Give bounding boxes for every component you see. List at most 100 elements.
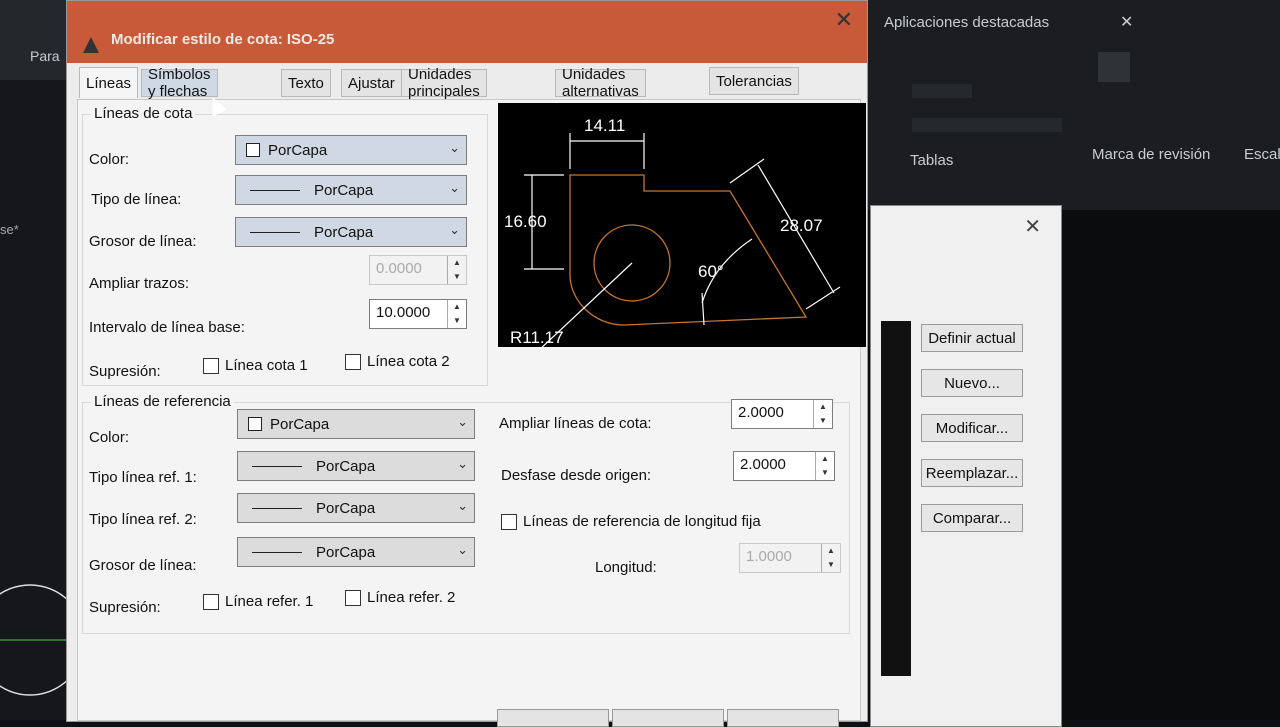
set-current-button[interactable]: Definir actual: [921, 324, 1023, 352]
ribbon-revision-label[interactable]: Marca de revisión: [1092, 146, 1210, 163]
tab-tolerances[interactable]: Tolerancias: [709, 67, 799, 95]
autocad-ribbon: Aplicaciones destacadas ✕ Tablas Marca d…: [860, 0, 1280, 210]
spin-down-icon[interactable]: ▼: [814, 414, 832, 428]
checkbox[interactable]: [501, 513, 517, 530]
suppress-ext-line-2-label: Línea refer. 2: [367, 589, 456, 606]
color-swatch: [246, 143, 260, 157]
suppress-dim-line-2-label: Línea cota 2: [367, 353, 450, 370]
checkbox[interactable]: [345, 353, 361, 370]
modify-button[interactable]: Modificar...: [921, 414, 1023, 442]
ext-linetype2-select[interactable]: PorCapa ⌄: [237, 493, 475, 523]
style-preview: [881, 321, 911, 676]
offset-origin-input[interactable]: 2.0000 ▲ ▼: [733, 451, 835, 481]
baseline-spacing-label: Intervalo de línea base:: [89, 319, 245, 336]
dimension-lines-group: Líneas de cota Color: PorCapa ⌄ Tipo de …: [82, 105, 488, 386]
autocad-icon: [83, 37, 99, 53]
preview-dim-radius: R11.17: [510, 328, 564, 347]
baseline-spacing-input[interactable]: 10.0000 ▲ ▼: [369, 299, 467, 329]
compare-button[interactable]: Comparar...: [921, 504, 1023, 532]
preview-dim-right: 28.07: [780, 216, 823, 235]
tab-lines[interactable]: Líneas: [79, 67, 139, 98]
ext-linetype2-value: PorCapa: [316, 499, 376, 517]
ext-linetype1-label: Tipo línea ref. 1:: [89, 469, 197, 486]
color-swatch: [248, 417, 262, 431]
spin-up-icon[interactable]: ▲: [816, 452, 834, 466]
ribbon-title[interactable]: Aplicaciones destacadas: [884, 14, 1049, 31]
dim-color-select[interactable]: PorCapa ⌄: [235, 135, 467, 165]
checkbox[interactable]: [203, 357, 219, 374]
spin-down-icon[interactable]: ▼: [816, 466, 834, 480]
spin-down-icon[interactable]: ▼: [448, 314, 466, 328]
suppress-dim-line-2[interactable]: Línea cota 2: [345, 353, 450, 370]
cancel-button[interactable]: [612, 709, 724, 727]
ribbon-tool-icon[interactable]: [1098, 52, 1130, 82]
drawing-tab-fragment[interactable]: se*: [0, 222, 19, 237]
offset-origin-value: 2.0000: [740, 456, 786, 473]
line-sample: [250, 189, 300, 191]
spin-up-icon[interactable]: ▲: [814, 400, 832, 414]
checkbox[interactable]: [203, 593, 219, 610]
checkbox[interactable]: [345, 589, 361, 606]
line-sample: [252, 507, 302, 509]
tab-symbols-arrows[interactable]: Símbolos y flechas: [141, 66, 218, 100]
suppress-ext-line-2[interactable]: Línea refer. 2: [345, 589, 455, 606]
ribbon-tool-icon[interactable]: [912, 84, 972, 98]
suppress-dim-line-1-label: Línea cota 1: [225, 357, 308, 374]
left-header-text: Para: [30, 48, 60, 64]
fixed-length-label: Líneas de referencia de longitud fija: [523, 513, 761, 530]
line-sample: [250, 231, 300, 233]
suppress-ext-line-1[interactable]: Línea refer. 1: [203, 593, 313, 610]
extend-ticks-input[interactable]: 0.0000 ▲ ▼: [369, 255, 467, 285]
dim-lineweight-select[interactable]: PorCapa ⌄: [235, 217, 467, 247]
ext-color-select[interactable]: PorCapa ⌄: [237, 409, 475, 439]
close-icon[interactable]: ✕: [1024, 214, 1041, 239]
extend-beyond-input[interactable]: 2.0000 ▲ ▼: [731, 399, 833, 429]
chevron-down-icon: ⌄: [449, 140, 460, 155]
tab-fit[interactable]: Ajustar: [341, 69, 402, 97]
ext-linetype1-value: PorCapa: [316, 457, 376, 475]
ext-linetype2-label: Tipo línea ref. 2:: [89, 511, 197, 528]
spin-up-icon[interactable]: ▲: [822, 544, 840, 558]
preview-dim-angle: 60°: [698, 262, 724, 281]
ext-lineweight-label: Grosor de línea:: [89, 557, 197, 574]
new-button[interactable]: Nuevo...: [921, 369, 1023, 397]
title-bar[interactable]: Modificar estilo de cota: ISO-25 ✕: [67, 1, 867, 63]
preview-drawing: 14.11 16.60 28.07 60° R11.17: [504, 116, 841, 352]
ext-suppress-label: Supresión:: [89, 599, 161, 616]
dim-color-value: PorCapa: [268, 141, 328, 159]
line-sample: [252, 465, 302, 467]
replace-button[interactable]: Reemplazar...: [921, 459, 1023, 487]
ribbon-tool-icon[interactable]: [912, 118, 1062, 132]
linetype-label: Tipo de línea:: [91, 191, 182, 208]
suppress-label: Supresión:: [89, 363, 161, 380]
dim-linetype-select[interactable]: PorCapa ⌄: [235, 175, 467, 205]
chevron-down-icon: ⌄: [457, 542, 468, 557]
length-input[interactable]: 1.0000 ▲ ▼: [739, 543, 841, 573]
group-title: Líneas de cota: [91, 105, 196, 122]
lineweight-label: Grosor de línea:: [89, 233, 197, 250]
ok-button[interactable]: [497, 709, 609, 727]
preview-part-outline: [569, 174, 808, 326]
tab-text[interactable]: Texto: [281, 69, 331, 97]
chevron-down-icon: ⌄: [457, 498, 468, 513]
help-button[interactable]: [727, 709, 839, 727]
ribbon-tables-label[interactable]: Tablas: [910, 152, 953, 169]
spin-down-icon[interactable]: ▼: [448, 270, 466, 284]
suppress-dim-line-1[interactable]: Línea cota 1: [203, 357, 308, 374]
dimension-style-manager: ✕ Definir actual Nuevo... Modificar... R…: [870, 205, 1062, 727]
ext-linetype1-select[interactable]: PorCapa ⌄: [237, 451, 475, 481]
close-icon[interactable]: ✕: [835, 7, 853, 33]
lines-tab-panel: Líneas de cota Color: PorCapa ⌄ Tipo de …: [77, 99, 866, 721]
ribbon-close-icon[interactable]: ✕: [1120, 12, 1133, 32]
tab-primary-units[interactable]: Unidades principales: [401, 66, 487, 100]
tab-alternate-units[interactable]: Unidades alternativas: [555, 66, 646, 100]
ext-lineweight-select[interactable]: PorCapa ⌄: [237, 537, 475, 567]
offset-origin-label: Desfase desde origen:: [501, 467, 652, 484]
length-value: 1.0000: [746, 548, 792, 565]
dimension-preview: 14.11 16.60 28.07 60° R11.17: [498, 103, 866, 352]
spin-up-icon[interactable]: ▲: [448, 300, 466, 314]
spin-up-icon[interactable]: ▲: [448, 256, 466, 270]
fixed-length-ext-lines[interactable]: Líneas de referencia de longitud fija: [501, 513, 761, 530]
spin-down-icon[interactable]: ▼: [822, 558, 840, 572]
ribbon-scale-label[interactable]: Escal: [1244, 146, 1280, 163]
